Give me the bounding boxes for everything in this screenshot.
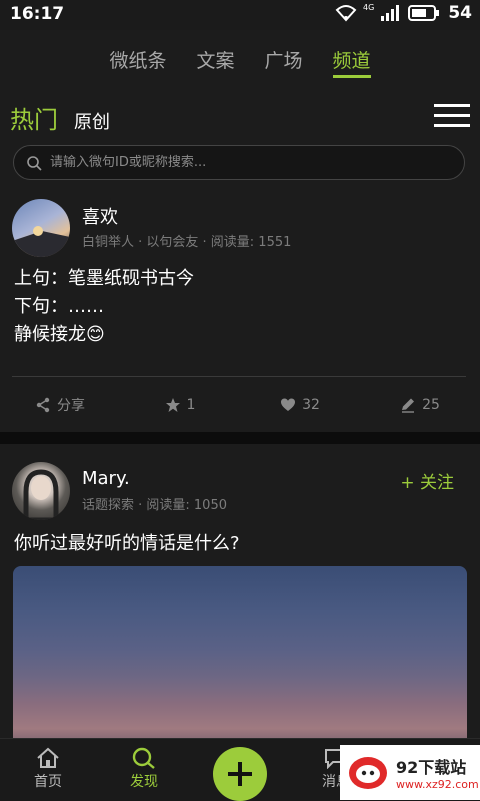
like-button[interactable]: 32 [240, 385, 360, 425]
nav-discover[interactable]: 发现 [114, 747, 174, 791]
nav-discover-label: 发现 [130, 774, 158, 790]
post-line: 下句：…… [14, 296, 104, 317]
sub-tabs: 热门 原创 [10, 100, 110, 135]
comment-count: 25 [422, 397, 440, 413]
comment-button[interactable]: 25 [360, 385, 480, 425]
share-icon [36, 397, 50, 413]
subtab-hot[interactable]: 热门 [10, 100, 58, 135]
star-button[interactable]: 1 [120, 385, 240, 425]
star-icon [165, 398, 180, 412]
post-content[interactable]: 上句：笔墨纸砚书古今 下句：…… 静候接龙😊 [14, 265, 194, 349]
home-icon [37, 747, 59, 768]
share-label: 分享 [57, 398, 85, 414]
star-count: 1 [186, 397, 196, 413]
battery-icon [408, 5, 440, 21]
post-image[interactable] [13, 566, 467, 751]
tab-pindao[interactable]: 频道 [332, 42, 371, 78]
pen-icon [402, 398, 415, 413]
search-icon [132, 747, 155, 769]
user-meta: 话题探索 · 阅读量: 1050 [82, 498, 227, 513]
tab-wenan[interactable]: 文案 [196, 42, 234, 78]
search-input[interactable] [48, 154, 464, 171]
search-bar [13, 145, 465, 180]
menu-icon[interactable] [434, 104, 470, 128]
search-icon [27, 155, 42, 171]
follow-button[interactable]: + 关注 [400, 468, 454, 493]
post-separator [0, 432, 480, 444]
heart-icon [281, 398, 296, 411]
watermark-title: 92下载站 [396, 758, 467, 777]
nav-home[interactable]: 首页 [18, 747, 78, 791]
subtab-original[interactable]: 原创 [74, 108, 110, 134]
username[interactable]: Mary. [82, 468, 130, 489]
avatar-image [12, 226, 70, 257]
tab-guangchang[interactable]: 广场 [265, 42, 303, 78]
tab-weizhitiao[interactable]: 微纸条 [109, 42, 166, 78]
user-meta: 白铜举人 · 以句会友 · 阅读量: 1551 [82, 235, 292, 250]
watermark-url: www.xz92.com [396, 778, 479, 791]
add-post-button[interactable] [213, 747, 267, 801]
status-bar: 16:17 4G 54 [0, 0, 480, 30]
avatar[interactable] [12, 199, 70, 257]
like-count: 32 [302, 397, 320, 413]
watermark-logo [349, 756, 387, 789]
post-content[interactable]: 你听过最好听的情话是什么? [14, 530, 240, 558]
plus-icon [228, 762, 252, 786]
status-time: 16:17 [10, 4, 65, 24]
status-icons: 4G 54 [335, 3, 472, 23]
battery-level: 54 [448, 3, 472, 23]
watermark: 92下载站 www.xz92.com [340, 745, 480, 800]
post-card: Mary. 话题探索 · 阅读量: 1050 + 关注 你听过最好听的情话是什么… [0, 444, 480, 751]
signal-icon [381, 5, 400, 21]
nav-home-label: 首页 [34, 774, 62, 790]
post-line: 静候接龙😊 [14, 324, 105, 345]
share-button[interactable]: 分享 [0, 385, 120, 425]
post-actions: 分享 1 32 25 [0, 385, 480, 425]
post-card: 喜欢 白铜举人 · 以句会友 · 阅读量: 1551 上句：笔墨纸砚书古今 下句… [0, 195, 480, 430]
top-nav: 微纸条 文案 广场 频道 [0, 42, 480, 78]
username[interactable]: 喜欢 [82, 203, 118, 229]
wifi-icon [335, 5, 357, 22]
avatar-image [23, 469, 59, 520]
post-line: 上句：笔墨纸砚书古今 [14, 268, 194, 289]
network-type-label: 4G [363, 2, 375, 12]
divider [12, 376, 466, 377]
avatar[interactable] [12, 462, 70, 520]
